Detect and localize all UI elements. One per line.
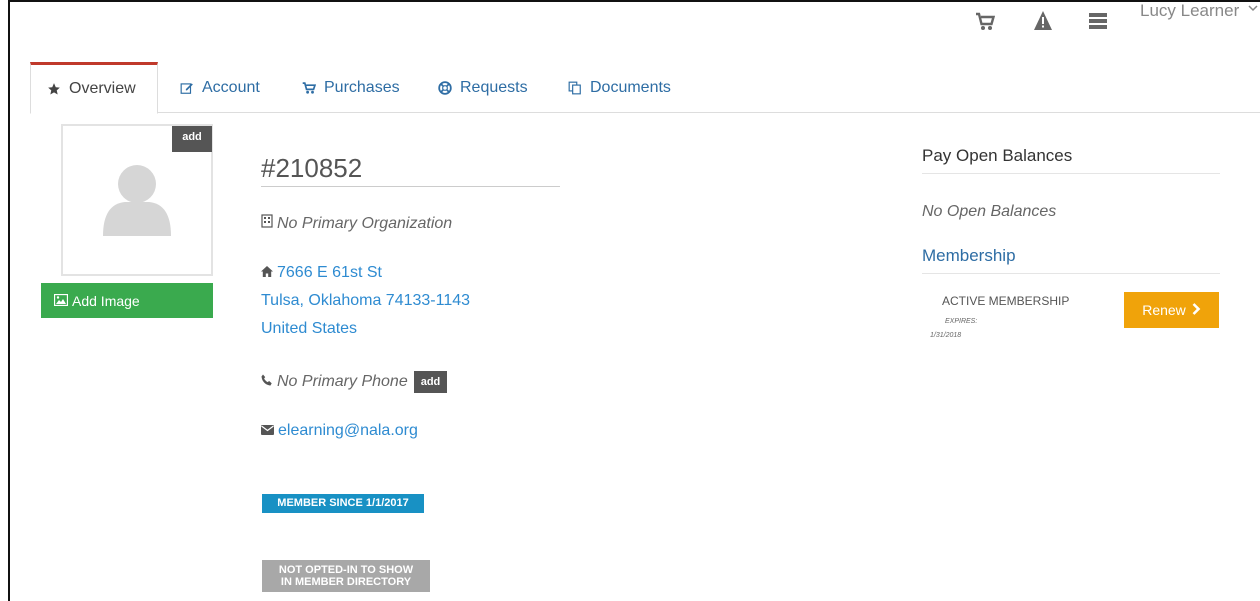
edit-icon xyxy=(180,81,194,95)
star-icon xyxy=(47,82,61,96)
address-city-link[interactable]: Tulsa, Oklahoma 74133-1143 xyxy=(261,292,470,310)
address-country-link[interactable]: United States xyxy=(261,320,357,338)
tab-requests[interactable]: Requests xyxy=(422,62,544,113)
tab-label: Requests xyxy=(460,78,528,96)
email-line[interactable]: elearning@nala.org xyxy=(261,422,418,440)
directory-badge-line-2: IN MEMBER DIRECTORY xyxy=(280,576,412,588)
window-frame-top xyxy=(8,0,1260,2)
profile-tabs: Overview Account Purchases Requests Docu… xyxy=(30,62,1260,114)
cart-icon[interactable] xyxy=(975,10,996,32)
chevron-right-icon xyxy=(1192,302,1201,318)
pay-open-balances-heading: Pay Open Balances xyxy=(922,146,1220,174)
avatar-add-button[interactable]: add xyxy=(172,126,212,152)
membership-status: ACTIVE MEMBERSHIP xyxy=(942,294,1070,308)
tab-purchases[interactable]: Purchases xyxy=(286,62,416,113)
renew-label: Renew xyxy=(1142,302,1186,318)
copy-icon xyxy=(568,81,582,95)
address-street-link[interactable]: 7666 E 61st St xyxy=(277,264,382,281)
tab-label: Documents xyxy=(590,78,671,96)
tab-label: Overview xyxy=(69,80,136,97)
no-balances-text: No Open Balances xyxy=(922,203,1057,220)
tab-overview[interactable]: Overview xyxy=(30,62,158,114)
organization-line: No Primary Organization xyxy=(261,214,452,233)
membership-heading: Membership xyxy=(922,246,1220,274)
directory-status-badge: NOT OPTED-IN TO SHOW IN MEMBER DIRECTORY xyxy=(262,560,430,592)
membership-expires-label: EXPIRES: xyxy=(945,318,978,325)
tab-label: Purchases xyxy=(324,78,400,96)
add-image-label: Add Image xyxy=(72,292,140,309)
window-frame-left xyxy=(8,0,10,601)
tab-documents[interactable]: Documents xyxy=(552,62,687,113)
organization-text: No Primary Organization xyxy=(277,215,453,232)
home-icon xyxy=(261,264,273,282)
alert-icon[interactable] xyxy=(1033,10,1053,32)
tab-account[interactable]: Account xyxy=(164,62,276,113)
phone-add-button[interactable]: add xyxy=(413,371,448,393)
renew-button[interactable]: Renew xyxy=(1124,292,1219,328)
address-line-1[interactable]: 7666 E 61st St xyxy=(261,264,382,282)
image-icon xyxy=(53,293,69,309)
chevron-down-icon[interactable] xyxy=(1248,2,1258,16)
list-icon[interactable] xyxy=(1088,10,1108,32)
member-id: #210852 xyxy=(261,150,560,187)
membership-expires-date: 1/31/2018 xyxy=(930,332,962,339)
email-link[interactable]: elearning@nala.org xyxy=(278,422,418,439)
lifebuoy-icon xyxy=(438,80,452,95)
phone-icon xyxy=(261,373,273,391)
phone-text: No Primary Phone xyxy=(277,373,408,391)
cart-icon xyxy=(302,81,316,95)
member-since-badge: MEMBER SINCE 1/1/2017 xyxy=(262,494,424,513)
add-image-button[interactable]: Add Image xyxy=(41,283,213,318)
building-icon xyxy=(261,214,273,233)
envelope-icon xyxy=(261,422,274,440)
phone-line: No Primary Phone add xyxy=(261,371,448,393)
tab-label: Account xyxy=(202,78,260,96)
user-menu[interactable]: Lucy Learner xyxy=(1140,0,1239,22)
directory-badge-line-1: NOT OPTED-IN TO SHOW xyxy=(278,564,414,576)
